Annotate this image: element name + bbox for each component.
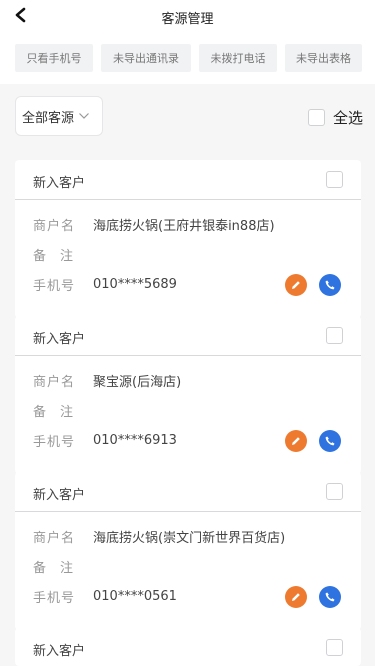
phone-row: 手机号 010****6913 xyxy=(33,430,177,450)
phone-row: 手机号 010****0561 xyxy=(33,586,177,606)
card-actions xyxy=(285,586,341,608)
select-all-label: 全选 xyxy=(332,108,363,127)
card-body: 商户名 海底捞火锅(王府井银泰in88店) 备注 手机号 010****5689 xyxy=(15,200,361,318)
call-button[interactable] xyxy=(319,274,341,296)
select-all-checkbox[interactable] xyxy=(307,108,325,126)
note-row: 备注 xyxy=(33,556,93,576)
merchant-row: 商户名 聚宝源(后海店) xyxy=(33,370,181,390)
merchant-name: 海底捞火锅(王府井银泰in88店) xyxy=(93,218,275,234)
call-button[interactable] xyxy=(319,586,341,608)
phone-icon xyxy=(325,436,335,446)
card-checkbox[interactable] xyxy=(326,327,343,344)
pencil-icon xyxy=(292,281,300,289)
note-label: 备注 xyxy=(33,560,88,576)
page-title: 客源管理 xyxy=(161,12,214,27)
chevron-down-icon xyxy=(78,112,90,120)
card-body: 商户名 海底捞火锅(崇文门新世界百货店) 备注 手机号 010****0561 xyxy=(15,512,361,630)
customer-card: 新入客户 商户名 海底捞火锅(崇文门新世界百货店) 备注 手机号 010****… xyxy=(15,472,361,630)
edit-button[interactable] xyxy=(285,274,307,296)
customer-status: 新入客户 xyxy=(33,644,86,659)
phone-number: 010****6913 xyxy=(93,432,177,448)
merchant-name: 海底捞火锅(崇文门新世界百货店) xyxy=(93,530,286,546)
merchant-label: 商户名 xyxy=(33,530,76,546)
merchant-label: 商户名 xyxy=(33,218,76,234)
note-row: 备注 xyxy=(33,400,93,420)
filter-not-exported-contacts[interactable]: 未导出通讯录 xyxy=(101,44,191,72)
phone-row: 手机号 010****5689 xyxy=(33,274,177,294)
edit-button[interactable] xyxy=(285,586,307,608)
customer-status: 新入客户 xyxy=(33,488,86,503)
customer-card: 新入客户 xyxy=(15,628,361,666)
filter-chip-bar: 只看手机号 未导出通讯录 未拨打电话 未导出表格 xyxy=(0,34,375,84)
customer-status: 新入客户 xyxy=(33,332,86,347)
merchant-label: 商户名 xyxy=(33,374,76,390)
merchant-row: 商户名 海底捞火锅(王府井银泰in88店) xyxy=(33,214,275,234)
phone-icon xyxy=(325,592,335,602)
phone-number: 010****0561 xyxy=(93,588,177,604)
edit-button[interactable] xyxy=(285,430,307,452)
card-body: 商户名 聚宝源(后海店) 备注 手机号 010****6913 xyxy=(15,356,361,474)
filter-not-exported-sheet[interactable]: 未导出表格 xyxy=(285,44,362,72)
customer-card: 新入客户 商户名 海底捞火锅(王府井银泰in88店) 备注 手机号 010***… xyxy=(15,160,361,318)
phone-label: 手机号 xyxy=(33,278,76,294)
card-header: 新入客户 xyxy=(15,628,361,666)
customer-card: 新入客户 商户名 聚宝源(后海店) 备注 手机号 010****6913 xyxy=(15,316,361,474)
select-all-toggle[interactable]: 全选 xyxy=(307,106,363,128)
phone-label: 手机号 xyxy=(33,434,76,450)
pencil-icon xyxy=(292,593,300,601)
card-checkbox[interactable] xyxy=(326,639,343,656)
note-label: 备注 xyxy=(33,248,88,264)
card-header: 新入客户 xyxy=(15,472,361,512)
source-filter-dropdown[interactable]: 全部客源 xyxy=(15,96,103,136)
customer-status: 新入客户 xyxy=(33,176,86,191)
card-actions xyxy=(285,430,341,452)
phone-label: 手机号 xyxy=(33,590,76,606)
pencil-icon xyxy=(292,437,300,445)
filter-not-called[interactable]: 未拨打电话 xyxy=(199,44,277,72)
filter-only-phone[interactable]: 只看手机号 xyxy=(15,44,93,72)
note-label: 备注 xyxy=(33,404,88,420)
card-checkbox[interactable] xyxy=(326,483,343,500)
dropdown-value: 全部客源 xyxy=(22,110,75,126)
phone-icon xyxy=(325,280,335,290)
call-button[interactable] xyxy=(319,430,341,452)
phone-number: 010****5689 xyxy=(93,276,177,292)
note-row: 备注 xyxy=(33,244,93,264)
card-checkbox[interactable] xyxy=(326,171,343,188)
top-bar: 客源管理 xyxy=(0,0,375,34)
merchant-row: 商户名 海底捞火锅(崇文门新世界百货店) xyxy=(33,526,285,546)
list-toolbar: 全部客源 全选 xyxy=(0,84,375,150)
card-actions xyxy=(285,274,341,296)
card-header: 新入客户 xyxy=(15,160,361,200)
merchant-name: 聚宝源(后海店) xyxy=(93,374,182,390)
card-header: 新入客户 xyxy=(15,316,361,356)
